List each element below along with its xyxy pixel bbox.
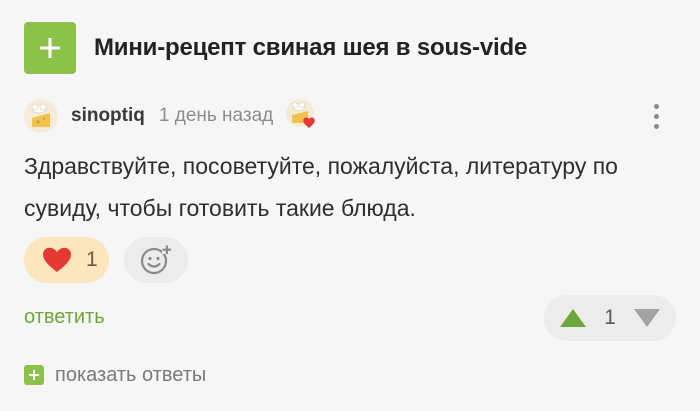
kebab-menu-icon (653, 103, 659, 109)
smiley-plus-icon (140, 245, 172, 275)
comment-text: Здравствуйте, посоветуйте, пожалуйста, л… (24, 153, 618, 221)
add-post-button[interactable] (24, 22, 76, 74)
like-count: 1 (86, 248, 98, 271)
post-header: Мини-рецепт свиная шея в sous-vide (24, 22, 527, 74)
heart-icon (43, 247, 71, 272)
comment-time[interactable]: 1 день назад (159, 105, 273, 127)
show-replies-label: показать ответы (55, 363, 207, 386)
mini-plus-icon (24, 365, 44, 385)
kebab-menu-dot (653, 123, 659, 129)
comment-username[interactable]: sinoptiq (71, 105, 145, 127)
comment-menu-button[interactable] (640, 100, 672, 132)
triangle-up-icon[interactable] (558, 307, 588, 329)
reply-link[interactable]: ответить (24, 306, 105, 329)
like-reaction-button[interactable]: 1 (24, 237, 109, 283)
rating-count: 1 (604, 306, 616, 329)
triangle-down-icon[interactable] (632, 307, 662, 329)
comment-meta: sinoptiq 1 день назад (24, 98, 317, 134)
plus-icon (40, 38, 60, 58)
cheese-chef-avatar (24, 99, 58, 133)
show-replies-button[interactable]: показать ответы (24, 363, 206, 387)
user-avatar[interactable] (24, 99, 58, 133)
user-badge[interactable] (285, 98, 317, 135)
add-reaction-button[interactable] (124, 237, 188, 283)
post-title[interactable]: Мини-рецепт свиная шея в sous-vide (94, 34, 527, 62)
kebab-menu-dot (653, 113, 659, 119)
cheese-chef-heart-badge (286, 98, 316, 128)
vote-controls: 1 (544, 295, 676, 341)
